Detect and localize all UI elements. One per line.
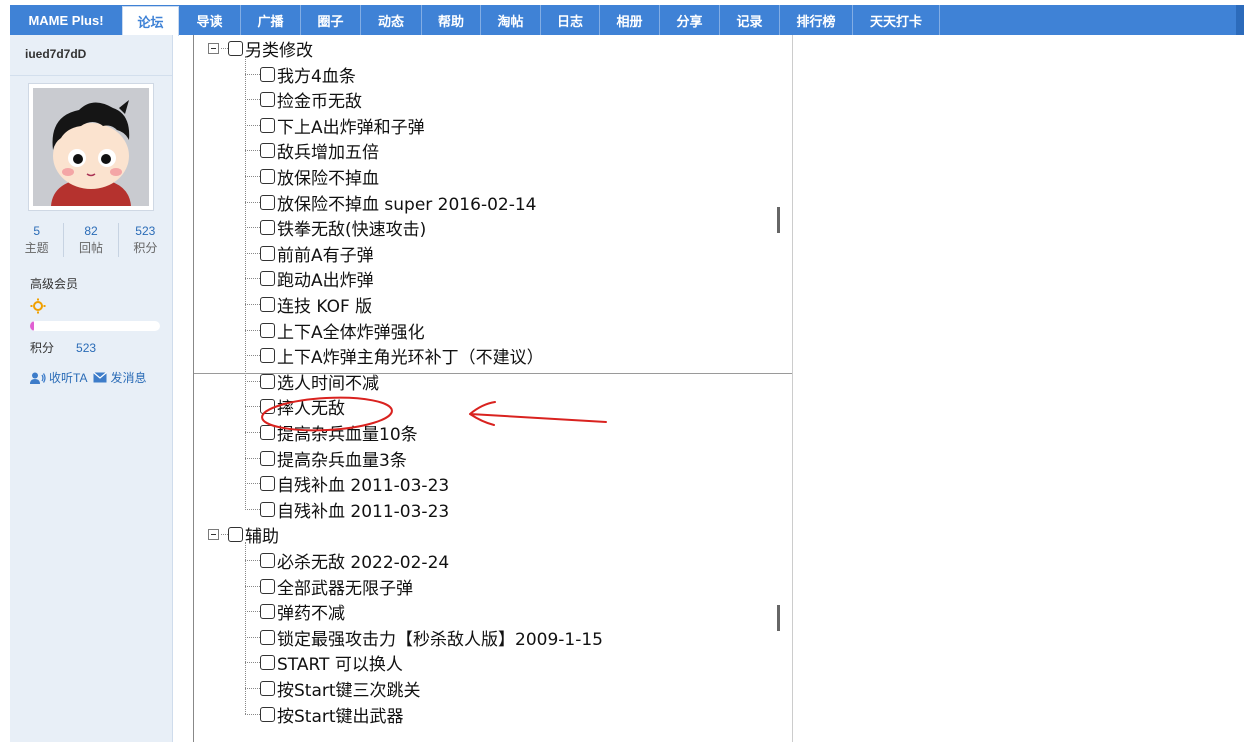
- site-brand[interactable]: MAME Plus!: [10, 5, 122, 35]
- checkbox[interactable]: [260, 245, 275, 261]
- checkbox[interactable]: [260, 322, 275, 338]
- cheat-item[interactable]: 自残补血 2011-03-23: [245, 497, 449, 522]
- checkbox[interactable]: [260, 476, 275, 492]
- cheat-item[interactable]: 放保险不掉血 super 2016-02-14: [245, 190, 536, 215]
- tab-share[interactable]: 分享: [660, 5, 720, 35]
- cartoon-boy-avatar-icon: [33, 88, 149, 206]
- cheat-item[interactable]: 锁定最强攻击力【秒杀敌人版】2009-1-15: [245, 625, 603, 650]
- checkbox[interactable]: [260, 117, 275, 133]
- cheat-item[interactable]: 前前A有子弹: [245, 241, 374, 266]
- tab-guide[interactable]: 导读: [179, 5, 241, 35]
- tab-blog[interactable]: 日志: [541, 5, 600, 35]
- points-progress-fill: [30, 321, 34, 331]
- follow-icon: [30, 372, 46, 384]
- nav-right-edge: [1236, 5, 1244, 35]
- panel-divider: [194, 373, 792, 374]
- checkbox[interactable]: [260, 92, 275, 108]
- scrollbar-thumb[interactable]: [777, 207, 780, 233]
- collapse-toggle-icon[interactable]: [208, 529, 219, 541]
- cheat-item[interactable]: 摔人无敌: [245, 394, 345, 419]
- checkbox[interactable]: [228, 41, 243, 56]
- tree-connector: [245, 56, 246, 510]
- points-progress-bar: [30, 321, 160, 331]
- avatar[interactable]: [28, 83, 154, 211]
- checkbox[interactable]: [260, 604, 275, 620]
- cheat-item[interactable]: 按Start键三次跳关: [245, 676, 421, 701]
- points-value: 523: [76, 341, 97, 355]
- points-label: 积分: [30, 341, 55, 355]
- cheat-item[interactable]: 按Start键出武器: [245, 702, 404, 727]
- cheat-item[interactable]: 铁拳无敌(快速攻击): [245, 215, 426, 240]
- sun-icon: [30, 298, 46, 314]
- cheat-item[interactable]: 自残补血 2011-03-23: [245, 471, 449, 496]
- checkbox[interactable]: [260, 578, 275, 594]
- cheat-item[interactable]: 全部武器无限子弹: [245, 574, 413, 599]
- checkbox[interactable]: [260, 399, 275, 415]
- checkbox[interactable]: [260, 629, 275, 645]
- cheat-item[interactable]: 跑动A出炸弹: [245, 266, 374, 291]
- profile-sidebar: iued7d7dD 5 主题 82 回帖 523 积分 高级会员 积分 523 …: [10, 35, 173, 742]
- checkbox[interactable]: [260, 553, 275, 568]
- profile-actions: 收听TA 发消息: [30, 369, 152, 386]
- tab-ranking[interactable]: 排行榜: [780, 5, 853, 35]
- stat-replies[interactable]: 82 回帖: [64, 223, 119, 257]
- cheat-item[interactable]: 我方4血条: [245, 62, 356, 87]
- tab-taotie[interactable]: 淘帖: [481, 5, 541, 35]
- username[interactable]: iued7d7dD: [25, 47, 86, 61]
- cheat-item[interactable]: 上下A全体炸弹强化: [245, 318, 425, 343]
- tree-group[interactable]: 另类修改: [208, 36, 313, 61]
- collapse-toggle-icon[interactable]: [208, 43, 219, 54]
- cheat-item[interactable]: 弹药不减: [245, 599, 345, 624]
- checkbox[interactable]: [260, 450, 275, 466]
- checkbox[interactable]: [260, 169, 275, 184]
- tab-album[interactable]: 相册: [600, 5, 660, 35]
- checkbox[interactable]: [260, 143, 275, 159]
- cheat-item[interactable]: 捡金币无敌: [245, 87, 362, 112]
- checkbox[interactable]: [260, 655, 275, 671]
- cheat-item[interactable]: START 可以换人: [245, 650, 403, 675]
- tab-record[interactable]: 记录: [720, 5, 780, 35]
- checkbox[interactable]: [260, 66, 275, 82]
- checkbox[interactable]: [260, 194, 275, 210]
- tab-broadcast[interactable]: 广播: [241, 5, 301, 35]
- tab-circle[interactable]: 圈子: [301, 5, 361, 35]
- follow-button[interactable]: 收听TA: [30, 369, 87, 386]
- tab-dynamic[interactable]: 动态: [361, 5, 422, 35]
- scrollbar-thumb[interactable]: [777, 605, 780, 631]
- top-nav-bar: MAME Plus! 论坛 导读 广播 圈子 动态 帮助 淘帖 日志 相册 分享…: [10, 5, 1244, 36]
- member-grade[interactable]: 高级会员: [30, 275, 78, 292]
- checkbox[interactable]: [228, 527, 243, 543]
- points-row: 积分 523: [30, 339, 96, 356]
- checkbox[interactable]: [260, 681, 275, 696]
- checkbox[interactable]: [260, 297, 275, 312]
- checkbox[interactable]: [260, 220, 275, 236]
- divider: [10, 75, 172, 76]
- checkbox[interactable]: [260, 501, 275, 517]
- cheat-item[interactable]: 提高杂兵血量3条: [245, 446, 407, 471]
- tab-forum[interactable]: 论坛: [122, 6, 179, 36]
- tree-connector: [245, 542, 246, 715]
- cheat-item[interactable]: 必杀无敌 2022-02-24: [245, 548, 449, 573]
- checkbox[interactable]: [260, 271, 275, 287]
- cheat-item[interactable]: 上下A炸弹主角光环补丁（不建议）: [245, 343, 544, 368]
- checkbox[interactable]: [260, 706, 275, 722]
- user-stats: 5 主题 82 回帖 523 积分: [10, 223, 172, 257]
- cheat-tree-panel: 另类修改 我方4血条 捡金币无敌 下上A出炸弹和子弹 敌兵增加五倍 放保险不掉血 放保险不掉…: [193, 35, 793, 742]
- tree-group[interactable]: 辅助: [208, 522, 279, 547]
- envelope-icon: [93, 372, 108, 383]
- checkbox[interactable]: [260, 348, 275, 364]
- cheat-item[interactable]: 敌兵增加五倍: [245, 138, 379, 163]
- stat-points[interactable]: 523 积分: [119, 223, 172, 257]
- checkbox[interactable]: [260, 425, 275, 440]
- tab-help[interactable]: 帮助: [422, 5, 481, 35]
- tab-daily-checkin[interactable]: 天天打卡: [853, 5, 940, 35]
- send-message-button[interactable]: 发消息: [93, 369, 146, 386]
- cheat-item[interactable]: 提高杂兵血量10条: [245, 420, 418, 445]
- cheat-item[interactable]: 下上A出炸弹和子弹: [245, 113, 425, 138]
- stat-topics[interactable]: 5 主题: [10, 223, 65, 257]
- cheat-item[interactable]: 放保险不掉血: [245, 164, 379, 189]
- checkbox[interactable]: [260, 373, 275, 389]
- cheat-item[interactable]: 连技 KOF 版: [245, 292, 372, 317]
